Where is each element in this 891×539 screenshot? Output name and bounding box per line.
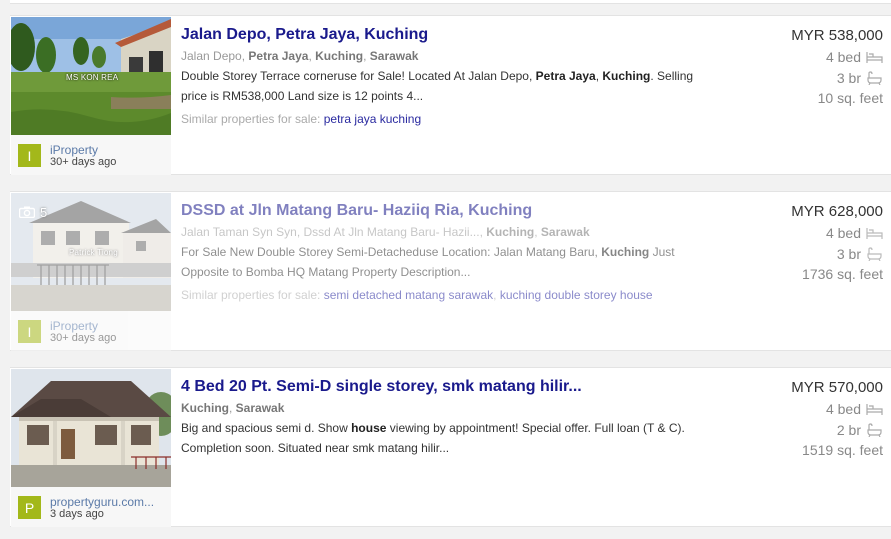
source-logo-icon: P (18, 496, 41, 519)
similar-label: Similar properties for sale: (181, 112, 324, 126)
photo-count-value: 5 (40, 204, 48, 220)
listing-price: MYR 538,000 (791, 27, 883, 44)
location-street: Jalan Taman Syn Syn, Dssd At Jln Matang … (181, 225, 487, 239)
bedrooms-value: 4 bed (825, 401, 861, 417)
bed-icon (866, 52, 883, 63)
location-separator: , (229, 401, 236, 415)
bedrooms-value: 4 bed (825, 225, 861, 241)
listing-location: Jalan Taman Syn Syn, Dssd At Jln Matang … (181, 225, 701, 239)
bathrooms-value: 2 br (836, 422, 861, 438)
bedrooms: 4 bed (723, 49, 883, 65)
listing-age: 3 days ago (50, 508, 104, 520)
photo-watermark: MS KON REA (66, 73, 119, 82)
similar-link[interactable]: semi detached matang sarawak (324, 288, 493, 302)
bedrooms-value: 4 bed (825, 49, 861, 65)
house-photo-image (11, 369, 171, 487)
location-street: Jalan Depo, (181, 49, 249, 63)
location-state: Sarawak (235, 401, 285, 415)
source-link[interactable]: iProperty (50, 319, 98, 333)
description-text: For Sale New Double Storey Semi-Detached… (181, 245, 602, 259)
description-highlight: Petra Jaya (535, 69, 596, 83)
listing-age: 30+ days ago (50, 332, 117, 344)
bathtub-icon (867, 247, 882, 261)
location-area: Petra Jaya (248, 49, 309, 63)
listing-meta: MYR 628,000 4 bed 3 br 1736 sq. feet (723, 203, 883, 282)
location-city: Kuching (315, 49, 364, 63)
listing-title-link[interactable]: DSSD at Jln Matang Baru- Haziiq Ria, Kuc… (181, 202, 701, 220)
bathrooms-value: 3 br (836, 70, 861, 86)
listing-description: Big and spacious semi d. Show house view… (181, 418, 701, 458)
bathrooms-value: 3 br (836, 246, 861, 262)
floor-size: 1736 sq. feet (802, 266, 883, 282)
listing-content: Jalan Depo, Petra Jaya, Kuching Jalan De… (181, 26, 701, 126)
similar-link[interactable]: petra jaya kuching (324, 112, 421, 126)
listing-card[interactable]: 5 Patrick Tiong I iProperty 30+ days ago… (10, 191, 891, 351)
bed-icon (866, 404, 883, 415)
bathrooms: 2 br (723, 422, 883, 438)
listing-price: MYR 570,000 (791, 379, 883, 396)
previous-listing-edge (10, 0, 891, 4)
description-text: Double Storey Terrace corneruse for Sale… (181, 69, 536, 83)
location-separator: , (534, 225, 541, 239)
source-link[interactable]: iProperty (50, 143, 98, 157)
source-logo-icon: I (18, 320, 41, 343)
listing-content: DSSD at Jln Matang Baru- Haziiq Ria, Kuc… (181, 202, 701, 302)
listing-title-link[interactable]: 4 Bed 20 Pt. Semi-D single storey, smk m… (181, 378, 701, 396)
location-city: Kuching (486, 225, 535, 239)
camera-icon (19, 206, 35, 218)
listing-photo[interactable]: 5 Patrick Tiong (11, 193, 171, 311)
description-highlight: Kuching (601, 245, 650, 259)
description-highlight: house (351, 421, 387, 435)
location-state: Sarawak (369, 49, 419, 63)
listing-price: MYR 628,000 (791, 203, 883, 220)
bedrooms: 4 bed (723, 401, 883, 417)
location-city: Kuching (181, 401, 229, 415)
bedrooms: 4 bed (723, 225, 883, 241)
source-logo-icon: I (18, 144, 41, 167)
bathrooms: 3 br (723, 246, 883, 262)
similar-link[interactable]: kuching double storey house (500, 288, 653, 302)
listing-photo[interactable] (11, 369, 171, 487)
listing-location: Jalan Depo, Petra Jaya, Kuching, Sarawak (181, 49, 701, 63)
listing-card[interactable]: P propertyguru.com... 3 days ago 4 Bed 2… (10, 367, 891, 527)
bathrooms: 3 br (723, 70, 883, 86)
source-info: I iProperty 30+ days ago (11, 135, 171, 175)
listing-description: Double Storey Terrace corneruse for Sale… (181, 66, 701, 106)
photo-watermark: Patrick Tiong (69, 248, 118, 257)
source-info: P propertyguru.com... 3 days ago (11, 487, 171, 527)
description-highlight: Kuching (602, 69, 651, 83)
source-link[interactable]: propertyguru.com... (50, 495, 154, 509)
description-text: Big and spacious semi d. Show (181, 421, 352, 435)
listing-description: For Sale New Double Storey Semi-Detached… (181, 242, 701, 282)
bed-icon (866, 228, 883, 239)
bathtub-icon (867, 423, 882, 437)
floor-size: 10 sq. feet (817, 90, 883, 106)
location-state: Sarawak (540, 225, 590, 239)
similar-properties: Similar properties for sale: petra jaya … (181, 112, 701, 126)
floor-size: 1519 sq. feet (802, 442, 883, 458)
listing-card[interactable]: MS KON REA I iProperty 30+ days ago Jala… (10, 15, 891, 175)
source-info: I iProperty 30+ days ago (11, 311, 171, 351)
listing-photo[interactable]: MS KON REA (11, 17, 171, 135)
photo-count: 5 (19, 203, 47, 221)
location-separator: , (363, 49, 370, 63)
listing-meta: MYR 570,000 4 bed 2 br 1519 sq. feet (723, 379, 883, 458)
bathtub-icon (867, 71, 882, 85)
listing-content: 4 Bed 20 Pt. Semi-D single storey, smk m… (181, 378, 701, 458)
listing-title-link[interactable]: Jalan Depo, Petra Jaya, Kuching (181, 26, 701, 44)
listing-location: Kuching, Sarawak (181, 401, 701, 415)
similar-properties: Similar properties for sale: semi detach… (181, 288, 701, 302)
listing-age: 30+ days ago (50, 156, 117, 168)
listing-meta: MYR 538,000 4 bed 3 br 10 sq. feet (723, 27, 883, 106)
similar-label: Similar properties for sale: (181, 288, 324, 302)
similar-separator: , (493, 288, 500, 302)
